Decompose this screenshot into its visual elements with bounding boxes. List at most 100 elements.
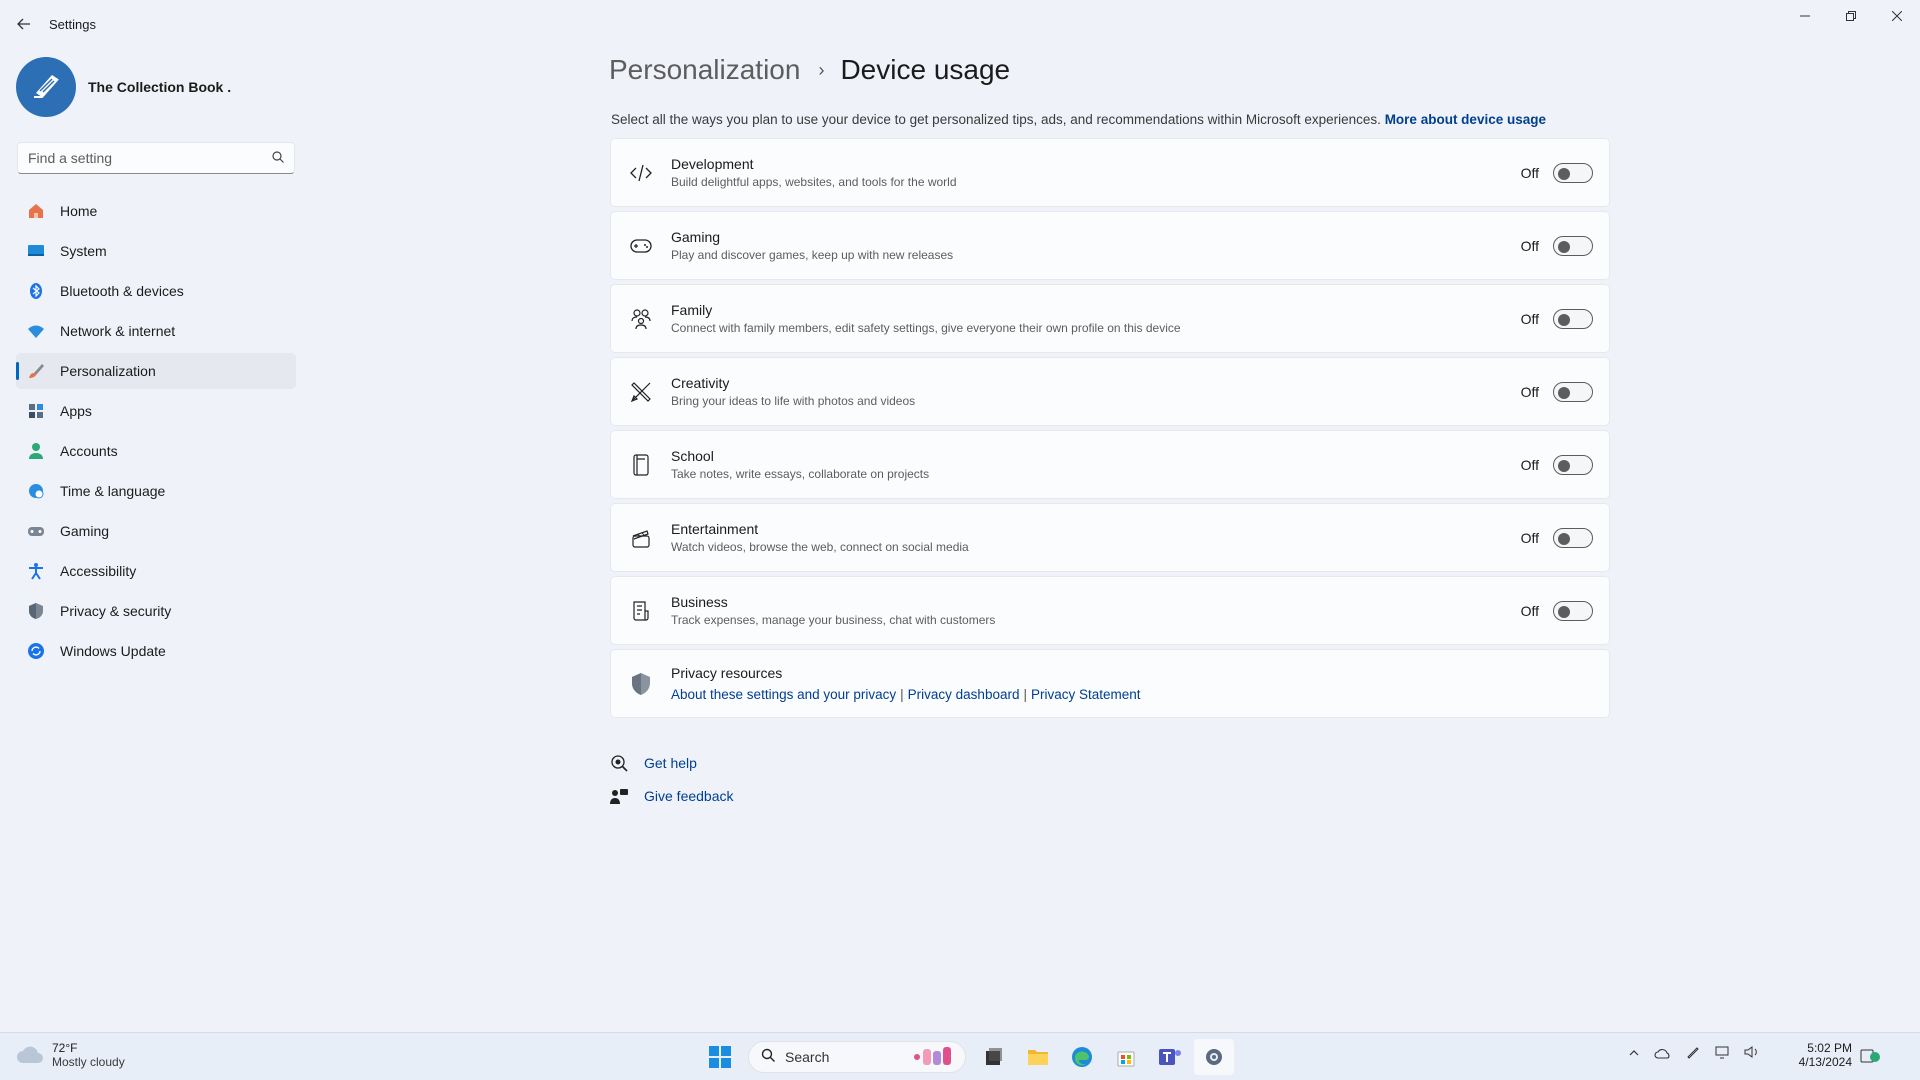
page-title: Device usage <box>840 54 1011 85</box>
usage-card-creativity: Creativity Bring your ideas to life with… <box>610 357 1610 426</box>
link-separator: | <box>1023 687 1027 702</box>
profile-name: The Collection Book . <box>88 79 232 95</box>
give-feedback-row[interactable]: Give feedback <box>610 785 734 807</box>
sidebar-item-label: Network & internet <box>60 323 176 339</box>
sidebar-item-label: Time & language <box>60 483 166 499</box>
home-icon <box>26 201 46 221</box>
sidebar-item-accessibility[interactable]: Accessibility <box>16 553 296 589</box>
give-feedback-link[interactable]: Give feedback <box>644 788 734 804</box>
clock-time: 5:02 PM <box>1807 1041 1852 1055</box>
family-icon <box>629 307 653 331</box>
task-view-icon <box>986 1048 1002 1065</box>
user-profile[interactable]: The Collection Book . <box>16 57 231 117</box>
usage-title: School <box>671 448 714 464</box>
edge-button[interactable] <box>1062 1039 1102 1075</box>
brush-icon <box>26 361 46 381</box>
sidebar-item-apps[interactable]: Apps <box>16 393 296 429</box>
more-about-link[interactable]: More about device usage <box>1385 112 1546 127</box>
usage-description: Take notes, write essays, collaborate on… <box>671 467 930 481</box>
toggle-state-label: Off <box>1520 529 1539 546</box>
start-button[interactable] <box>700 1039 740 1075</box>
onedrive-icon[interactable] <box>1654 1046 1672 1062</box>
restore-button[interactable] <box>1828 0 1874 32</box>
chevron-up-icon[interactable] <box>1628 1046 1640 1062</box>
task-view-button[interactable] <box>974 1039 1014 1075</box>
search-icon[interactable] <box>272 150 284 166</box>
network-icon[interactable] <box>1714 1045 1730 1062</box>
entertainment-toggle[interactable] <box>1553 527 1593 548</box>
file-explorer-button[interactable] <box>1018 1039 1058 1075</box>
privacy-title: Privacy resources <box>671 665 783 681</box>
school-toggle[interactable] <box>1553 454 1593 475</box>
restore-icon <box>1846 11 1856 21</box>
sidebar-item-label: System <box>60 243 107 259</box>
sidebar-nav: Home System Bluetooth & devices Network … <box>16 193 296 673</box>
usage-card-entertainment: Entertainment Watch videos, browse the w… <box>610 503 1610 572</box>
sidebar-item-bluetooth[interactable]: Bluetooth & devices <box>16 273 296 309</box>
sidebar-item-label: Gaming <box>60 523 110 539</box>
minimize-button[interactable] <box>1782 0 1828 32</box>
code-icon <box>629 161 653 185</box>
usage-description: Bring your ideas to life with photos and… <box>671 394 916 408</box>
privacy-resources-card: Privacy resources About these settings a… <box>610 649 1610 718</box>
sidebar-item-privacy[interactable]: Privacy & security <box>16 593 296 629</box>
development-toggle[interactable] <box>1553 162 1593 183</box>
sidebar-item-home[interactable]: Home <box>16 193 296 229</box>
device-usage-list: Development Build delightful apps, websi… <box>610 138 1610 718</box>
sidebar-item-time-language[interactable]: Time & language <box>16 473 296 509</box>
shield-icon <box>26 601 46 621</box>
toggle-state-label: Off <box>1520 383 1539 400</box>
taskbar: 72°F Mostly cloudy Search 5:02 PM 4/13/2… <box>0 1032 1920 1080</box>
weather-widget[interactable]: 72°F Mostly cloudy <box>16 1041 125 1069</box>
sidebar-item-windows-update[interactable]: Windows Update <box>16 633 296 669</box>
settings-taskbar-button[interactable] <box>1194 1039 1234 1075</box>
person-icon <box>26 441 46 461</box>
usage-card-family: Family Connect with family members, edit… <box>610 284 1610 353</box>
minimize-icon <box>1800 15 1810 17</box>
get-help-row[interactable]: Get help <box>610 752 734 774</box>
usage-description: Play and discover games, keep up with ne… <box>671 248 954 262</box>
search-highlight-icon <box>911 1045 955 1070</box>
usage-description: Watch videos, browse the web, connect on… <box>671 540 969 554</box>
privacy-dashboard-link[interactable]: Privacy dashboard <box>908 687 1020 702</box>
feedback-icon <box>610 787 628 805</box>
family-toggle[interactable] <box>1553 308 1593 329</box>
toggle-state-label: Off <box>1520 164 1539 181</box>
toggle-state-label: Off <box>1520 237 1539 254</box>
breadcrumb-parent[interactable]: Personalization <box>609 54 800 86</box>
gaming-toggle[interactable] <box>1553 235 1593 256</box>
back-button[interactable] <box>12 12 36 36</box>
privacy-statement-link[interactable]: Privacy Statement <box>1031 687 1141 702</box>
find-setting-input[interactable] <box>28 150 272 166</box>
close-button[interactable] <box>1874 0 1920 32</box>
store-button[interactable] <box>1106 1039 1146 1075</box>
business-toggle[interactable] <box>1553 600 1593 621</box>
find-setting-box[interactable] <box>17 142 295 174</box>
about-privacy-link[interactable]: About these settings and your privacy <box>671 687 896 702</box>
notification-icon[interactable] <box>1860 1047 1880 1070</box>
creativity-toggle[interactable] <box>1553 381 1593 402</box>
sidebar-item-system[interactable]: System <box>16 233 296 269</box>
weather-temperature: 72°F <box>52 1041 78 1055</box>
sidebar-item-network[interactable]: Network & internet <box>16 313 296 349</box>
get-help-link[interactable]: Get help <box>644 755 697 771</box>
pen-icon[interactable] <box>1686 1045 1700 1062</box>
teams-icon <box>1159 1049 1181 1065</box>
privacy-links: About these settings and your privacy | Pr… <box>671 687 1593 702</box>
clock[interactable]: 5:02 PM 4/13/2024 <box>1778 1041 1852 1069</box>
bluetooth-icon <box>26 281 46 301</box>
sidebar-item-label: Windows Update <box>60 643 166 659</box>
sidebar-item-accounts[interactable]: Accounts <box>16 433 296 469</box>
title-bar: Settings <box>0 0 1920 48</box>
monitor-icon <box>26 241 46 261</box>
volume-icon[interactable] <box>1744 1045 1760 1062</box>
sidebar-item-gaming[interactable]: Gaming <box>16 513 296 549</box>
taskbar-search-label: Search <box>785 1049 830 1065</box>
usage-title: Family <box>671 302 713 318</box>
link-separator: | <box>900 687 904 702</box>
sidebar-item-personalization[interactable]: Personalization <box>16 353 296 389</box>
taskbar-search[interactable]: Search <box>748 1041 966 1073</box>
teams-button[interactable] <box>1150 1039 1190 1075</box>
breadcrumb: Personalization › Device usage <box>609 54 1010 86</box>
back-arrow-icon <box>17 18 30 30</box>
